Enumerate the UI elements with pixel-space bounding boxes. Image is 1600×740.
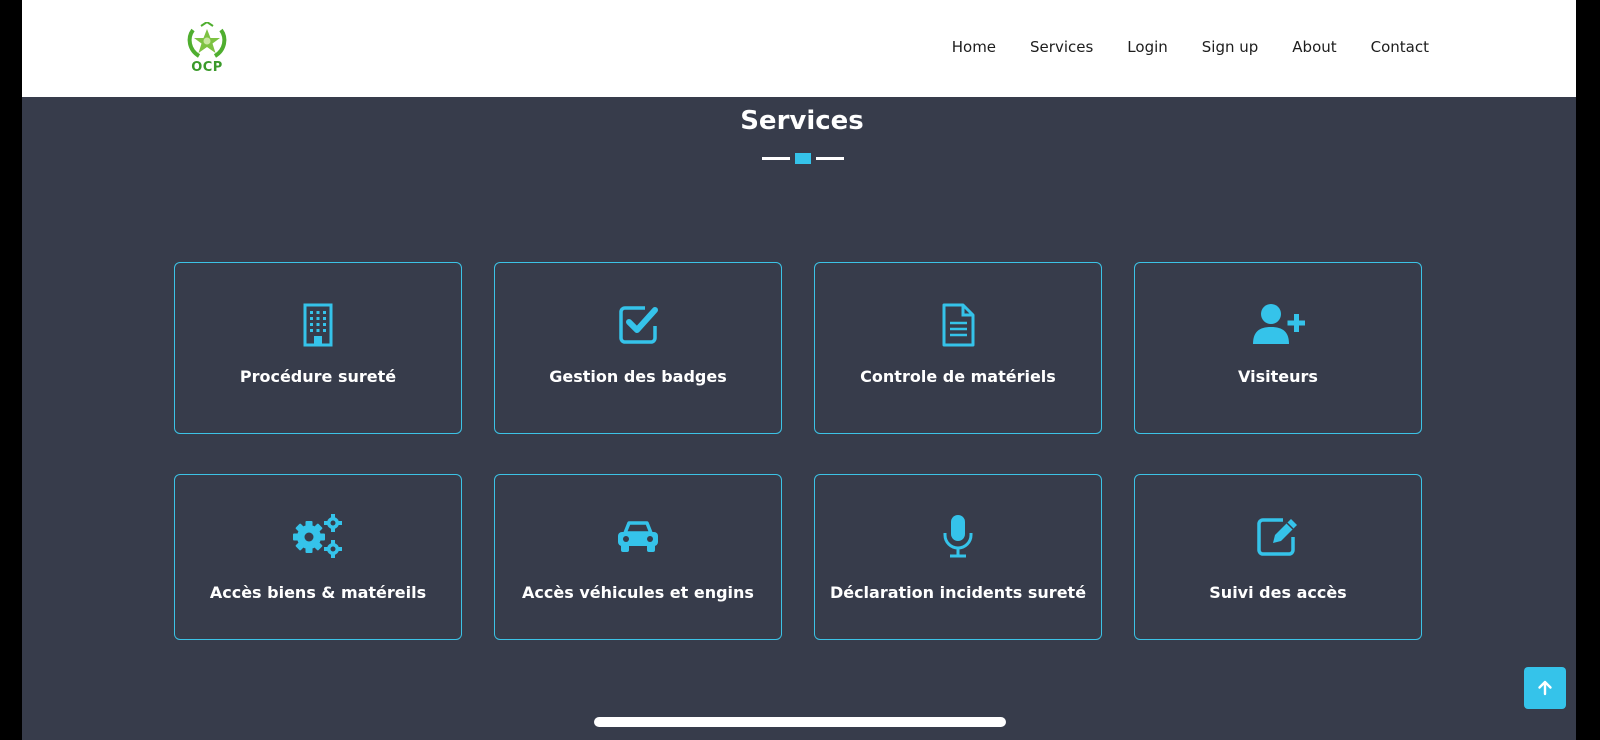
service-label: Visiteurs <box>1238 367 1318 386</box>
service-label: Controle de matériels <box>860 367 1056 386</box>
section-title: Services <box>740 106 864 136</box>
check-square-icon <box>615 302 661 348</box>
logo-text: OCP <box>191 60 223 75</box>
service-card-procedure-surete[interactable]: Procédure sureté <box>174 262 462 434</box>
service-label: Gestion des badges <box>549 367 727 386</box>
service-card-suivi-acces[interactable]: Suivi des accès <box>1134 474 1422 640</box>
services-grid: Procédure sureté Gestion des badges Cont… <box>174 262 1424 642</box>
service-card-acces-biens[interactable]: Accès biens & matéreils <box>174 474 462 640</box>
title-underline <box>762 152 844 164</box>
service-card-controle-materiels[interactable]: Controle de matériels <box>814 262 1102 434</box>
cogs-icon <box>291 513 345 559</box>
page: OCP Home Services Login Sign up About Co… <box>22 0 1576 740</box>
service-card-visiteurs[interactable]: Visiteurs <box>1134 262 1422 434</box>
document-icon <box>935 302 981 348</box>
nav-about[interactable]: About <box>1292 38 1336 56</box>
service-label: Procédure sureté <box>239 367 397 386</box>
back-to-top-button[interactable] <box>1524 667 1566 709</box>
arrow-up-icon <box>1538 680 1552 696</box>
edit-icon <box>1255 513 1301 559</box>
service-label: Suivi des accès <box>1209 583 1347 602</box>
nav-contact[interactable]: Contact <box>1371 38 1429 56</box>
microphone-icon <box>935 513 981 559</box>
user-plus-icon <box>1251 302 1306 348</box>
service-label: Déclaration incidents sureté <box>829 583 1087 602</box>
nav-home[interactable]: Home <box>952 38 996 56</box>
service-label: Accès biens & matéreils <box>209 583 427 602</box>
nav-services[interactable]: Services <box>1030 38 1093 56</box>
navbar: OCP Home Services Login Sign up About Co… <box>22 0 1576 97</box>
building-icon <box>295 302 341 348</box>
laurel-star-icon <box>187 20 227 58</box>
service-label: Accès véhicules et engins <box>522 583 754 602</box>
ocp-logo[interactable]: OCP <box>183 20 231 76</box>
nav-sign-up[interactable]: Sign up <box>1202 38 1259 56</box>
service-card-gestion-badges[interactable]: Gestion des badges <box>494 262 782 434</box>
nav-login[interactable]: Login <box>1127 38 1167 56</box>
service-card-declaration-incidents[interactable]: Déclaration incidents sureté <box>814 474 1102 640</box>
main-nav: Home Services Login Sign up About Contac… <box>952 38 1429 56</box>
service-card-acces-vehicules[interactable]: Accès véhicules et engins <box>494 474 782 640</box>
car-icon <box>615 513 661 559</box>
home-indicator <box>594 717 1006 727</box>
